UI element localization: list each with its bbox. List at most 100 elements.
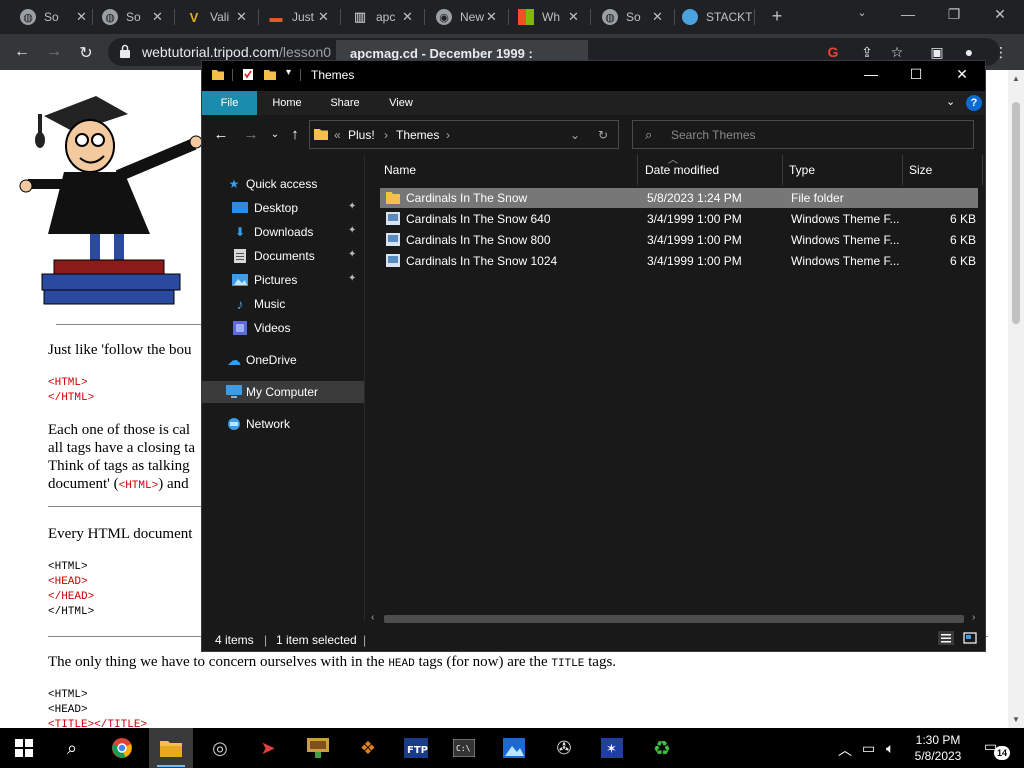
nav-item-my-computer[interactable]: My Computer — [202, 381, 364, 403]
google-icon[interactable]: G — [824, 44, 842, 60]
browser-minimize-button[interactable]: — — [898, 6, 918, 22]
nav-item-onedrive[interactable]: ☁ OneDrive — [202, 349, 364, 371]
satellite-dish-icon[interactable]: ◎ — [208, 736, 232, 760]
browser-close-button[interactable]: ✕ — [990, 6, 1010, 23]
nav-item-music[interactable]: ♪ Music — [202, 293, 364, 315]
chrome-icon[interactable] — [110, 736, 134, 760]
browser-tab[interactable]: ▬ Just ✕ — [268, 6, 329, 28]
retro-app-icon[interactable] — [306, 736, 330, 760]
minimize-button[interactable]: — — [860, 66, 882, 82]
volume-icon[interactable]: 🔈︎ — [886, 740, 894, 757]
breadcrumb-chevron-icon[interactable]: › — [384, 128, 388, 142]
file-explorer-icon[interactable] — [159, 736, 183, 760]
scroll-up-arrow-icon[interactable]: ▲ — [1012, 74, 1020, 83]
windows-start-icon[interactable] — [12, 736, 36, 760]
share-icon[interactable]: ⇪ — [858, 44, 876, 61]
column-header-size[interactable]: Size — [903, 155, 983, 185]
forward-arrow-icon[interactable]: → — [242, 126, 260, 143]
bookmark-star-icon[interactable]: ☆ — [888, 44, 906, 61]
profile-icon[interactable]: ● — [960, 44, 978, 60]
browser-tab[interactable]: ◉ New ✕ — [436, 6, 497, 28]
explorer-title-bar[interactable]: ▾ Themes — ☐ ✕ — [202, 61, 985, 91]
file-row[interactable]: Cardinals In The Snow 800 3/4/1999 1:00 … — [380, 230, 978, 250]
refresh-icon[interactable]: ↻ — [598, 128, 608, 142]
details-view-icon[interactable] — [938, 631, 954, 645]
page-scrollbar-thumb[interactable] — [1012, 102, 1020, 324]
page-scrollbar[interactable]: ▲ ▼ — [1008, 70, 1024, 728]
breadcrumb-overflow[interactable]: « — [334, 128, 341, 142]
nav-item-desktop[interactable]: Desktop ✦ — [202, 197, 364, 219]
system-clock[interactable]: 1:30 PM 5/8/2023 — [900, 732, 976, 764]
address-dropdown-icon[interactable]: ⌄ — [570, 128, 580, 142]
tab-search-icon[interactable]: ⌄ — [852, 6, 872, 19]
blue-star-app-icon[interactable]: ✶ — [600, 736, 624, 760]
file-row[interactable]: Cardinals In The Snow 1024 3/4/1999 1:00… — [380, 251, 978, 271]
nav-item-downloads[interactable]: ⬇ Downloads ✦ — [202, 221, 364, 243]
more-menu-icon[interactable]: ⋮ — [992, 44, 1010, 61]
file-row[interactable]: Cardinals In The Snow 640 3/4/1999 1:00 … — [380, 209, 978, 229]
pin-icon[interactable]: ✦ — [348, 249, 356, 260]
show-hidden-icons-chevron-icon[interactable]: ︿ — [838, 740, 852, 760]
breadcrumb-item[interactable]: Themes — [396, 128, 439, 142]
nav-item-videos[interactable]: Videos — [202, 317, 364, 339]
nav-item-network[interactable]: Network — [202, 413, 364, 435]
browser-tab-active[interactable]: ▥ apc ✕ — [352, 6, 413, 28]
close-tab-icon[interactable]: ✕ — [486, 9, 497, 25]
terminal-icon[interactable]: C:\ — [452, 736, 476, 760]
close-tab-icon[interactable]: ✕ — [152, 9, 163, 25]
horizontal-scrollbar-thumb[interactable] — [384, 615, 964, 623]
browser-tab[interactable]: ◍ So ✕ — [102, 6, 163, 28]
close-tab-icon[interactable]: ✕ — [76, 9, 87, 25]
tab-file[interactable]: File — [202, 91, 257, 115]
scroll-down-arrow-icon[interactable]: ▼ — [1012, 715, 1020, 724]
address-bar[interactable]: « Plus! › Themes › ⌄ ↻ — [309, 120, 619, 149]
breadcrumb-chevron-icon[interactable]: › — [446, 128, 450, 142]
pane-divider[interactable] — [364, 155, 365, 621]
search-input[interactable] — [671, 126, 961, 144]
browser-tab[interactable]: Wh ✕ — [518, 6, 579, 28]
customize-toolbar-icon[interactable]: ▾ — [286, 67, 291, 78]
expand-ribbon-icon[interactable]: ⌄ — [946, 95, 955, 108]
scroll-left-arrow-icon[interactable]: ‹ — [371, 612, 374, 623]
search-icon[interactable]: ⌕ — [60, 736, 84, 760]
pin-icon[interactable]: ✦ — [348, 201, 356, 212]
photos-icon[interactable] — [502, 736, 526, 760]
column-header-name[interactable]: Name — [378, 155, 638, 185]
nav-item-pictures[interactable]: Pictures ✦ — [202, 269, 364, 291]
maximize-button[interactable]: ☐ — [905, 66, 927, 83]
orange-app-icon[interactable]: ❖ — [356, 736, 380, 760]
close-tab-icon[interactable]: ✕ — [402, 9, 413, 25]
nav-item-documents[interactable]: Documents ✦ — [202, 245, 364, 267]
pin-icon[interactable]: ✦ — [348, 225, 356, 236]
forward-arrow-icon[interactable]: → — [44, 43, 64, 61]
reload-icon[interactable]: ↻ — [76, 43, 96, 63]
close-tab-icon[interactable]: ✕ — [652, 9, 663, 25]
browser-tab[interactable]: ◍ So ✕ — [602, 6, 663, 28]
network-tray-icon[interactable]: ▭ — [862, 740, 875, 757]
browser-tab[interactable]: V Vali ✕ — [186, 6, 247, 28]
pin-icon[interactable]: ✦ — [348, 273, 356, 284]
column-header-type[interactable]: Type — [783, 155, 903, 185]
notification-center-icon[interactable]: ▭ 14 — [984, 738, 1010, 760]
file-row[interactable]: Cardinals In The Snow 5/8/2023 1:24 PM F… — [380, 188, 978, 208]
breadcrumb-item[interactable]: Plus! — [348, 128, 375, 142]
horizontal-scrollbar[interactable]: ‹ › — [366, 611, 985, 627]
sidebar-icon[interactable]: ▣ — [928, 44, 946, 61]
properties-icon[interactable] — [242, 69, 254, 80]
tab-home[interactable]: Home — [264, 91, 310, 115]
search-box[interactable]: ⌕ — [632, 120, 974, 149]
disc-tool-icon[interactable]: ✇ — [552, 736, 576, 760]
tab-view[interactable]: View — [378, 91, 424, 115]
back-arrow-icon[interactable]: ← — [212, 126, 230, 143]
ftp-icon[interactable]: FTP — [404, 736, 428, 760]
rocket-icon[interactable]: ➤ — [256, 736, 280, 760]
new-folder-icon[interactable] — [264, 69, 276, 80]
close-tab-icon[interactable]: ✕ — [318, 9, 329, 25]
browser-tab[interactable]: STACKT — [682, 6, 752, 28]
close-button[interactable]: ✕ — [951, 66, 973, 83]
column-header-date-modified[interactable]: Date modified — [639, 155, 783, 185]
tab-share[interactable]: Share — [322, 91, 368, 115]
browser-tab[interactable]: ◍ So ✕ — [20, 6, 87, 28]
browser-restore-button[interactable]: ❐ — [944, 6, 964, 23]
close-tab-icon[interactable]: ✕ — [236, 9, 247, 25]
